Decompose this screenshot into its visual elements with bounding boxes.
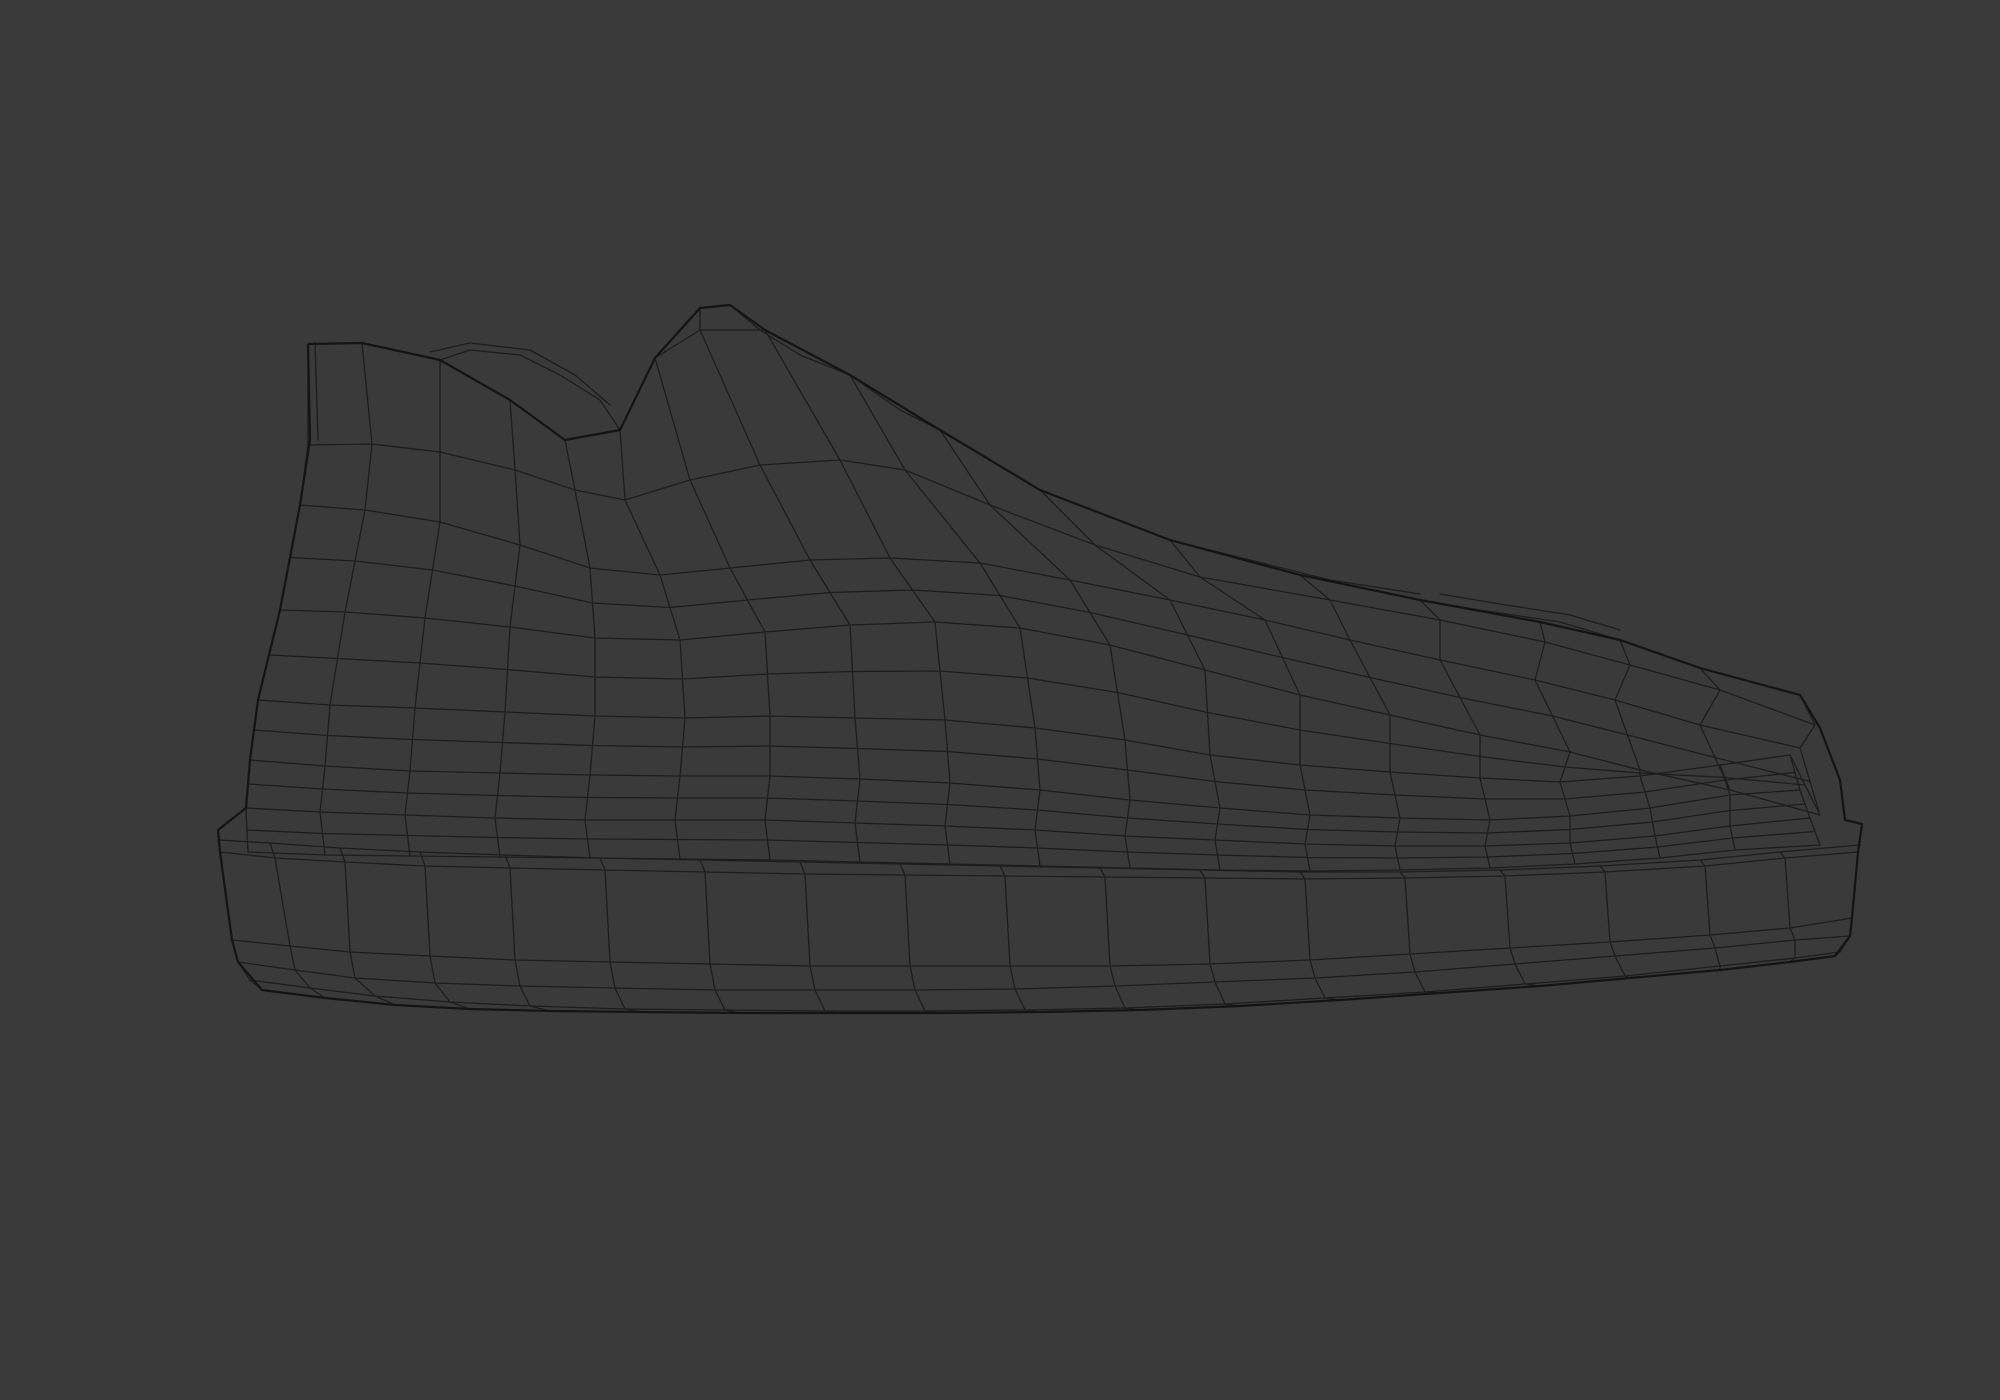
- sole-edge-ring: [1299, 871, 1341, 1001]
- upper-edge-ring: [619, 429, 686, 860]
- collar-detail-edge: [1439, 593, 1621, 631]
- upper-edge-loop: [247, 783, 1806, 834]
- upper-edge-loop: [245, 807, 1811, 847]
- sneaker-wireframe-mesh: [216, 303, 1864, 1015]
- sole-edge-ring: [1199, 869, 1241, 1007]
- collar-detail-edge: [429, 342, 611, 406]
- upper-edge-ring: [1699, 667, 1736, 851]
- sole-edge-ring: [419, 851, 471, 1010]
- upper-edge-ring: [849, 374, 1041, 867]
- shoe-silhouette: [216, 303, 1864, 1015]
- sole-edge-ring: [339, 847, 396, 1006]
- 3d-viewport[interactable]: [0, 0, 2000, 1400]
- upper-edge-ring: [1299, 574, 1401, 871]
- sole-edge-ring: [999, 865, 1041, 1013]
- sole-edge-ring: [269, 842, 326, 999]
- sole-edge-ring: [1399, 871, 1441, 994]
- upper-edge-loop: [249, 759, 1801, 821]
- upper-edge-loop: [257, 699, 1791, 783]
- sole-edge-ring: [1779, 851, 1796, 963]
- sole-edge-ring: [1699, 859, 1721, 971]
- shoe-upper-mesh: [245, 329, 1821, 872]
- upper-edge-loop: [268, 654, 1806, 786]
- sole-edge-ring: [217, 839, 263, 991]
- upper-edge-ring: [319, 342, 373, 856]
- shoe-outline: [216, 303, 1864, 1015]
- sole-edge-ring: [1099, 867, 1141, 1011]
- upper-edge-ring: [1419, 599, 1491, 869]
- sole-edge-ring: [504, 854, 551, 1012]
- shoe-collar-mesh: [299, 304, 1621, 641]
- upper-edge-loop: [289, 556, 1811, 783]
- upper-edge-ring: [654, 357, 771, 861]
- collar-detail-edge: [314, 341, 319, 441]
- upper-edge-ring: [564, 439, 596, 859]
- upper-edge-ring: [1169, 539, 1311, 872]
- collar-detail-edge: [654, 304, 761, 359]
- sole-edge-ring: [1499, 869, 1541, 987]
- upper-edge-ring: [245, 343, 309, 853]
- upper-edge-ring: [404, 359, 441, 857]
- upper-edge-ring: [1534, 621, 1576, 865]
- upper-edge-ring: [764, 329, 951, 865]
- sole-edge-ring: [899, 863, 941, 1014]
- collar-detail-edge: [1169, 539, 1421, 595]
- upper-edge-ring: [699, 329, 861, 863]
- upper-edge-loop: [307, 329, 1801, 696]
- sole-edge-loop: [237, 935, 1851, 991]
- sole-edge-ring: [1599, 865, 1631, 979]
